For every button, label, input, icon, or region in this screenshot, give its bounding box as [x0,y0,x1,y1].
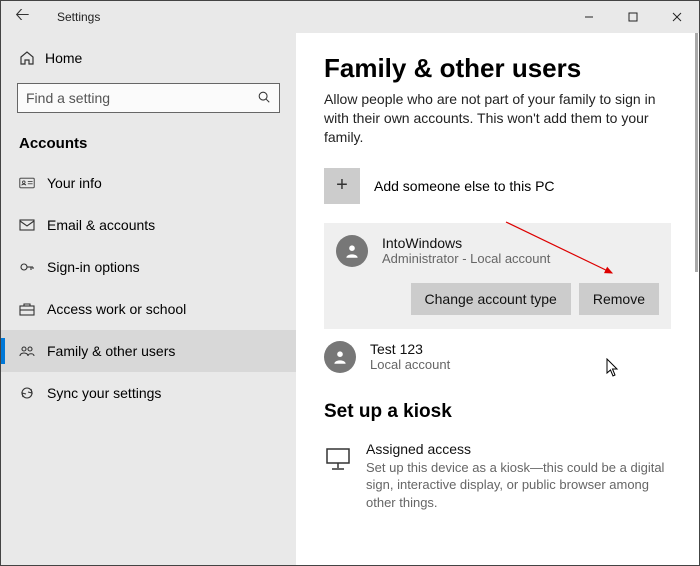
sidebar-item-signin-options[interactable]: Sign-in options [1,246,296,288]
sidebar-item-label: Your info [47,175,102,191]
page-description: Allow people who are not part of your fa… [324,90,671,147]
search-icon [257,90,271,107]
sidebar-section-header: Accounts [1,123,296,162]
back-button[interactable]: 🡠 [15,2,37,32]
add-user-label: Add someone else to this PC [374,178,555,194]
plus-icon: + [324,168,360,204]
close-button[interactable] [655,1,699,33]
search-placeholder: Find a setting [26,90,257,106]
sidebar-item-sync-settings[interactable]: Sync your settings [1,372,296,414]
sync-icon [19,385,47,401]
user-name: Test 123 [370,341,450,357]
other-user-row[interactable]: Test 123 Local account [324,341,671,373]
sidebar-item-label: Sign-in options [47,259,140,275]
search-input[interactable]: Find a setting [17,83,280,113]
user-subtitle: Administrator - Local account [382,251,550,266]
sidebar-item-your-info[interactable]: Your info [1,162,296,204]
mail-icon [19,217,47,233]
kiosk-title: Assigned access [366,441,671,457]
avatar-icon [336,235,368,267]
sidebar: Home Find a setting Accounts Your info E… [1,33,296,565]
page-title: Family & other users [324,53,671,84]
sidebar-item-access-work-school[interactable]: Access work or school [1,288,296,330]
add-user-row[interactable]: + Add someone else to this PC [324,163,671,209]
selected-user-card: IntoWindows Administrator - Local accoun… [324,223,671,329]
home-label: Home [45,50,82,66]
sidebar-item-family-other-users[interactable]: Family & other users [1,330,296,372]
scrollbar[interactable] [695,33,698,563]
kiosk-row[interactable]: Assigned access Set up this device as a … [324,441,671,512]
home-nav[interactable]: Home [1,39,296,77]
remove-button[interactable]: Remove [579,283,659,315]
window-controls [567,1,699,33]
sidebar-item-email-accounts[interactable]: Email & accounts [1,204,296,246]
user-name: IntoWindows [382,235,550,251]
person-card-icon [19,175,47,191]
maximize-button[interactable] [611,1,655,33]
briefcase-icon [19,301,47,317]
key-icon [19,259,47,275]
title-bar: 🡠 Settings [1,1,699,33]
sidebar-item-label: Sync your settings [47,385,161,401]
avatar-icon [324,341,356,373]
sidebar-item-label: Access work or school [47,301,186,317]
window-title: Settings [57,10,100,24]
monitor-icon [324,441,352,477]
user-subtitle: Local account [370,357,450,372]
change-account-type-button[interactable]: Change account type [411,283,571,315]
user-row[interactable]: IntoWindows Administrator - Local accoun… [336,235,659,267]
sidebar-item-label: Email & accounts [47,217,155,233]
minimize-button[interactable] [567,1,611,33]
people-icon [19,343,47,359]
kiosk-description: Set up this device as a kiosk—this could… [366,459,671,512]
main-panel: Family & other users Allow people who ar… [296,33,699,565]
kiosk-section-title: Set up a kiosk [324,401,671,423]
home-icon [19,50,45,66]
sidebar-item-label: Family & other users [47,343,175,359]
